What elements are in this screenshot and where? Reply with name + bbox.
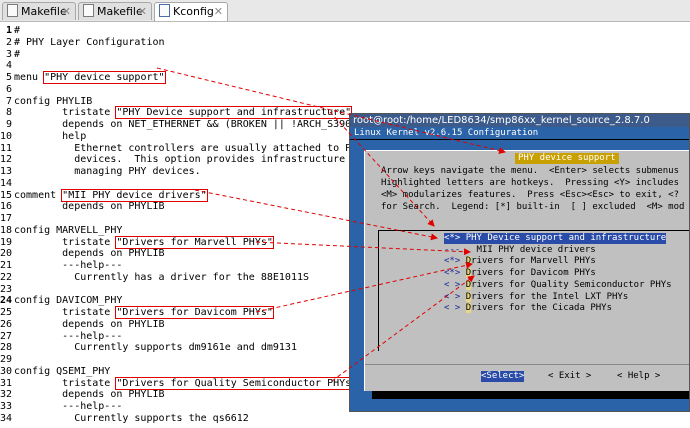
close-icon[interactable]: ✕ xyxy=(214,3,223,21)
line-number: 34 xyxy=(0,412,13,424)
highlighted-prompt: "Drivers for Marvell PHYs" xyxy=(115,235,274,249)
divider xyxy=(350,139,689,140)
tab-bar: Makefile ✕ Makefile ✕ Kconfig ✕ xyxy=(0,0,690,22)
close-icon[interactable]: ✕ xyxy=(62,3,71,21)
help-button[interactable]: < Help > xyxy=(617,371,660,382)
code-text: help xyxy=(14,130,87,142)
tab-label: Makefile xyxy=(97,5,143,18)
select-button[interactable]: <Select> xyxy=(481,371,525,382)
code-text: config DAVICOM_PHY xyxy=(14,295,123,307)
item-label: HY Device support and infrastructure xyxy=(471,233,667,243)
item-prefix: < > xyxy=(444,303,461,314)
code-text: config MARVELL_PHY xyxy=(14,224,123,236)
exit-button[interactable]: < Exit > xyxy=(548,371,591,382)
kernel-version-line: Linux Kernel v2.6.15 Configuration xyxy=(354,128,539,138)
item-prefix: <*> xyxy=(444,268,461,279)
code-text: managing PHY devices. xyxy=(14,166,201,177)
highlighted-prompt: "MII PHY device drivers" xyxy=(61,188,208,202)
tab-label: Kconfig xyxy=(173,5,214,18)
document-icon xyxy=(7,4,18,17)
item-label: rivers for the Cicada PHYs xyxy=(471,303,612,314)
item-label: rivers for Davicom PHYs xyxy=(471,268,596,279)
code-line[interactable]: 2 # PHY Layer Configuration xyxy=(0,36,165,49)
code-text: tristate xyxy=(14,107,117,119)
terminal-title: root@root:/home/LED8634/smp86xx_kernel_s… xyxy=(350,114,689,127)
help-line: Arrow keys navigate the menu. <Enter> se… xyxy=(381,166,680,176)
highlighted-prompt: "PHY Device support and infrastructure" xyxy=(115,106,353,120)
close-icon[interactable]: ✕ xyxy=(138,3,147,21)
code-text: menu xyxy=(14,72,45,83)
code-text: # PHY Layer Configuration xyxy=(14,36,165,48)
highlighted-prompt: "Drivers for Quality Semiconductor PHYs" xyxy=(115,376,359,390)
code-text: depends on PHYLIB xyxy=(14,318,165,330)
tab-makefile-1[interactable]: Makefile ✕ xyxy=(2,2,76,20)
terminal-window[interactable]: root@root:/home/LED8634/smp86xx_kernel_s… xyxy=(349,113,690,412)
menu-item[interactable]: <*> Drivers for Marvell PHYs xyxy=(444,256,596,267)
menuconfig-screen: Linux Kernel v2.6.15 Configuration PHY d… xyxy=(350,127,689,411)
item-prefix: --- xyxy=(444,244,461,255)
item-prefix: <*> xyxy=(444,233,461,243)
code-text: ---help--- xyxy=(14,330,123,342)
code-text: # xyxy=(14,25,21,36)
code-text: Currently supports the qs6612 xyxy=(14,412,249,424)
item-prefix: < > xyxy=(444,291,461,302)
code-text: Ethernet controllers are usually attache… xyxy=(14,142,364,154)
divider xyxy=(365,364,689,365)
menu-item[interactable]: --- MII PHY device drivers xyxy=(444,245,596,256)
code-text: depends on PHYLIB xyxy=(14,248,165,260)
code-line[interactable]: 28 Currently supports dm9161e and dm9131 xyxy=(0,341,297,354)
menu-item[interactable]: <*> PHY Device support and infrastructur… xyxy=(444,233,667,244)
code-text: config QSEMI_PHY xyxy=(14,365,111,377)
item-label: MII PHY device drivers xyxy=(465,244,596,255)
item-label: rivers for the Intel LXT PHYs xyxy=(471,291,629,302)
menu-dialog: PHY device support Arrow keys navigate t… xyxy=(364,150,689,391)
code-text: comment xyxy=(14,189,63,201)
help-line: <M> modularizes features. Press <Esc><Es… xyxy=(381,190,680,200)
menu-item[interactable]: <*> Drivers for Davicom PHYs xyxy=(444,268,596,279)
menu-list: <*> PHY Device support and infrastructur… xyxy=(378,230,689,351)
dialog-shadow xyxy=(372,391,689,399)
menu-item[interactable]: < > Drivers for Quality Semiconductor PH… xyxy=(444,279,672,291)
menu-item[interactable]: < > Drivers for the Cicada PHYs xyxy=(444,303,612,314)
code-line[interactable]: 16 depends on PHYLIB xyxy=(0,200,165,213)
code-text: devices. This option provides infrastruc… xyxy=(14,154,370,166)
item-prefix: <*> xyxy=(444,256,461,267)
code-text: tristate xyxy=(14,307,117,318)
tab-label: Makefile xyxy=(21,5,67,18)
help-line: Highlighted letters are hotkeys. Pressin… xyxy=(381,178,680,188)
code-text: depends on PHYLIB xyxy=(14,201,165,213)
item-prefix: < > xyxy=(444,279,461,290)
code-line[interactable]: 5 menu "PHY device support" xyxy=(0,71,166,84)
help-line: for Search. Legend: [*] built-in [ ] exc… xyxy=(381,202,685,212)
code-text: # xyxy=(14,48,21,60)
menu-item[interactable]: < > Drivers for the Intel LXT PHYs xyxy=(444,291,629,303)
code-text: depends on NET_ETHERNET && (BROKEN || !A… xyxy=(14,119,358,130)
menu-title: PHY device support xyxy=(515,153,619,164)
tab-makefile-2[interactable]: Makefile ✕ xyxy=(78,2,152,20)
tab-kconfig[interactable]: Kconfig ✕ xyxy=(154,2,228,21)
code-text: ---help--- xyxy=(14,260,123,271)
code-text: config PHYLIB xyxy=(14,95,93,107)
code-text: ---help--- xyxy=(14,401,123,412)
document-icon xyxy=(159,4,170,17)
item-label: rivers for Marvell PHYs xyxy=(471,256,596,267)
item-label: rivers for Quality Semiconductor PHYs xyxy=(471,279,672,290)
highlighted-prompt: "PHY device support" xyxy=(43,71,166,84)
document-icon xyxy=(83,4,94,17)
code-text: Currently has a driver for the 88E1011S xyxy=(14,271,310,283)
code-text: depends on PHYLIB xyxy=(14,389,165,401)
code-line[interactable]: 34 Currently supports the qs6612 xyxy=(0,412,249,425)
code-line[interactable]: 22 Currently has a driver for the 88E101… xyxy=(0,271,309,284)
highlighted-prompt: "Drivers for Davicom PHYs" xyxy=(115,306,274,319)
code-text: tristate xyxy=(14,377,117,389)
code-line[interactable]: 13 managing PHY devices. xyxy=(0,165,201,178)
code-text: Currently supports dm9161e and dm9131 xyxy=(14,342,297,354)
code-text: tristate xyxy=(14,236,117,248)
